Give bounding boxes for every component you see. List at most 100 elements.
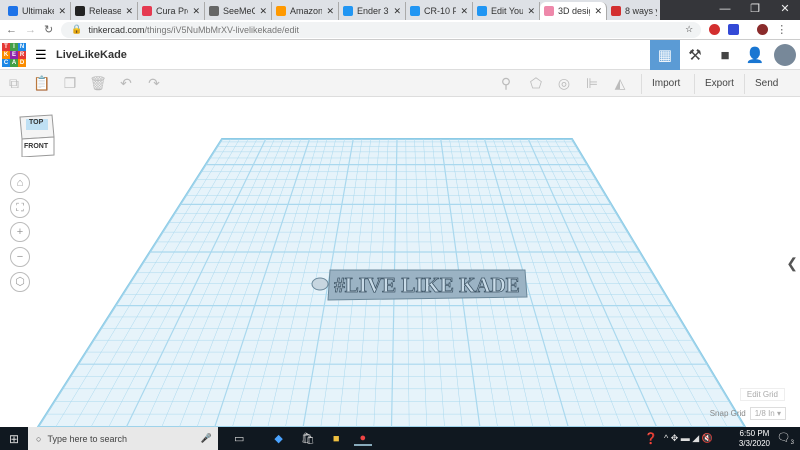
tab-favicon-icon xyxy=(410,6,420,16)
tab-close-icon[interactable]: ✕ xyxy=(594,6,602,17)
c-extension-icon[interactable] xyxy=(728,24,740,35)
tab-title: Release · xyxy=(89,6,122,16)
notification-count: 3 xyxy=(790,440,794,447)
paste-icon[interactable]: 📋 xyxy=(28,75,56,92)
chrome-icon[interactable]: ● xyxy=(353,432,373,446)
store-icon[interactable]: 🛍 xyxy=(301,432,315,445)
keychain-text[interactable]: #LIVE LIKE KADE xyxy=(334,273,520,298)
tab-title: CR-10 Fi xyxy=(424,6,457,16)
tab-favicon-icon xyxy=(75,6,85,16)
group-icon[interactable]: ◎ xyxy=(550,75,578,92)
close-window-button[interactable]: ✕ xyxy=(770,0,800,20)
microphone-icon[interactable]: 🎤 xyxy=(201,433,212,444)
view-cube-front[interactable]: FRONT xyxy=(24,143,48,150)
send-to-button[interactable]: Send To xyxy=(744,74,800,109)
note-icon[interactable]: ⚲ xyxy=(492,75,520,92)
briefcase-icon[interactable]: ■ xyxy=(710,40,740,70)
design-list-icon[interactable]: ☰ xyxy=(35,47,47,63)
perspective-button[interactable]: ⬡ xyxy=(10,272,30,292)
tab-close-icon[interactable]: ✕ xyxy=(393,6,401,17)
taskbar-search[interactable]: ○ Type here to search 🎤 xyxy=(28,427,218,450)
dropbox-icon[interactable]: ◆ xyxy=(274,432,282,445)
browser-tab[interactable]: Edit Your ✕ xyxy=(473,2,540,20)
browser-tab[interactable]: CR-10 Fi ✕ xyxy=(406,2,473,20)
browser-tab[interactable]: SeeMeCl ✕ xyxy=(205,2,272,20)
import-button[interactable]: Import xyxy=(641,74,690,94)
design-title[interactable]: LiveLikeKade xyxy=(56,49,127,61)
keychain-ring[interactable] xyxy=(311,277,329,291)
menu-icon[interactable]: ⋮ xyxy=(776,23,787,36)
undo-icon[interactable]: ↶ xyxy=(112,75,140,92)
profile-icon[interactable] xyxy=(757,24,769,35)
tab-close-icon[interactable]: ✕ xyxy=(125,6,133,17)
tab-close-icon[interactable]: ✕ xyxy=(259,6,267,17)
maximize-button[interactable]: ❐ xyxy=(740,0,770,20)
tab-close-icon[interactable]: ✕ xyxy=(460,6,468,17)
view-cube[interactable]: TOP FRONT xyxy=(18,113,56,158)
redo-icon[interactable]: ↷ xyxy=(140,75,168,92)
align-icon[interactable]: ⊫ xyxy=(578,75,606,92)
workplane-viewport[interactable]: #LIVE LIKE KADE TOP FRONT ⌂ ⛶ + − ⬡ ❮ Ed… xyxy=(0,97,800,427)
home-view-button[interactable]: ⌂ xyxy=(10,173,30,193)
file-explorer-icon[interactable]: ■ xyxy=(333,433,340,445)
avatar[interactable] xyxy=(770,40,800,70)
browser-tab[interactable]: 3D desig ✕ xyxy=(540,2,607,20)
tab-title: Edit Your xyxy=(491,6,524,16)
notifications-icon[interactable]: 🗨3 xyxy=(777,431,794,446)
snap-grid-select[interactable]: 1/8 In ▾ xyxy=(749,407,786,420)
reload-icon[interactable]: ↻ xyxy=(44,23,53,36)
task-view-icon[interactable]: ▭ xyxy=(234,432,244,445)
system-tray-icons[interactable]: ^ ✥ ▬ ◢ 🔇 xyxy=(664,433,713,444)
copy-icon[interactable]: ⧉ xyxy=(0,75,28,92)
tab-favicon-icon xyxy=(276,6,286,16)
search-icon: ○ xyxy=(36,433,42,444)
tab-close-icon[interactable]: ✕ xyxy=(527,6,535,17)
delete-icon[interactable]: 🗑 xyxy=(84,75,112,92)
zoom-in-button[interactable]: + xyxy=(10,222,30,242)
search-placeholder: Type here to search xyxy=(47,433,127,444)
clock[interactable]: 6:50 PM 3/3/2020 xyxy=(739,429,770,449)
forward-icon[interactable]: → xyxy=(25,24,36,36)
back-icon[interactable]: ← xyxy=(6,24,17,36)
add-user-icon[interactable]: 👤 xyxy=(740,40,770,70)
browser-tab[interactable]: Ultimaker ✕ xyxy=(4,2,71,20)
view-cube-top[interactable]: TOP xyxy=(29,119,43,126)
duplicate-icon[interactable]: ❐ xyxy=(56,75,84,92)
tab-favicon-icon xyxy=(611,6,621,16)
minimize-button[interactable]: — xyxy=(710,0,740,20)
tab-favicon-icon xyxy=(142,6,152,16)
show-all-icon[interactable]: ⬠ xyxy=(522,75,550,92)
help-icon[interactable]: ❓ xyxy=(644,432,658,445)
snap-grid-value: 1/8 In xyxy=(754,409,775,418)
url-input[interactable]: 🔒 tinkercad.com/things/iV5NuMbMrXV-livel… xyxy=(61,21,702,38)
tab-close-icon[interactable]: ✕ xyxy=(326,6,334,17)
tab-title: SeeMeCl xyxy=(223,6,255,16)
tab-close-icon[interactable]: ✕ xyxy=(192,6,200,17)
tinkercad-logo[interactable]: TIN KER CAD xyxy=(2,42,26,67)
mirror-icon[interactable]: ◭ xyxy=(606,75,634,92)
star-icon[interactable]: ☆ xyxy=(685,24,693,35)
clock-time: 6:50 PM xyxy=(739,429,770,438)
grid-view-icon[interactable]: ▦ xyxy=(650,40,680,70)
workplane-grid[interactable]: #LIVE LIKE KADE xyxy=(0,97,800,427)
zoom-out-button[interactable]: − xyxy=(10,247,30,267)
tab-title: 8 ways y xyxy=(625,6,658,16)
pickaxe-icon[interactable]: ⚒ xyxy=(680,40,710,70)
tab-favicon-icon xyxy=(544,6,554,16)
clock-date: 3/3/2020 xyxy=(738,439,770,448)
tab-favicon-icon xyxy=(477,6,487,16)
browser-tab[interactable]: Ender 3 ✕ xyxy=(339,2,406,20)
export-button[interactable]: Export xyxy=(694,74,744,94)
tab-close-icon[interactable]: ✕ xyxy=(58,6,66,17)
browser-tab[interactable]: Cura Pro ✕ xyxy=(138,2,205,20)
edit-grid-button[interactable]: Edit Grid xyxy=(739,388,785,401)
fit-view-button[interactable]: ⛶ xyxy=(10,198,30,218)
windows-start-icon[interactable]: ⊞ xyxy=(0,432,28,446)
browser-tab[interactable]: Release ·✕ xyxy=(71,2,138,20)
edit-toolbar: ⧉ 📋 ❐ 🗑 ↶ ↷ ⚲ ⬠ ◎ ⊫ ◭ Import Export Send… xyxy=(0,70,800,109)
adblock-extension-icon[interactable] xyxy=(709,24,721,35)
window-controls: — ❐ ✕ xyxy=(660,0,800,20)
tab-favicon-icon xyxy=(343,6,353,16)
panel-collapse-icon[interactable]: ❮ xyxy=(786,255,798,272)
browser-tab[interactable]: Amazon. ✕ xyxy=(272,2,339,20)
